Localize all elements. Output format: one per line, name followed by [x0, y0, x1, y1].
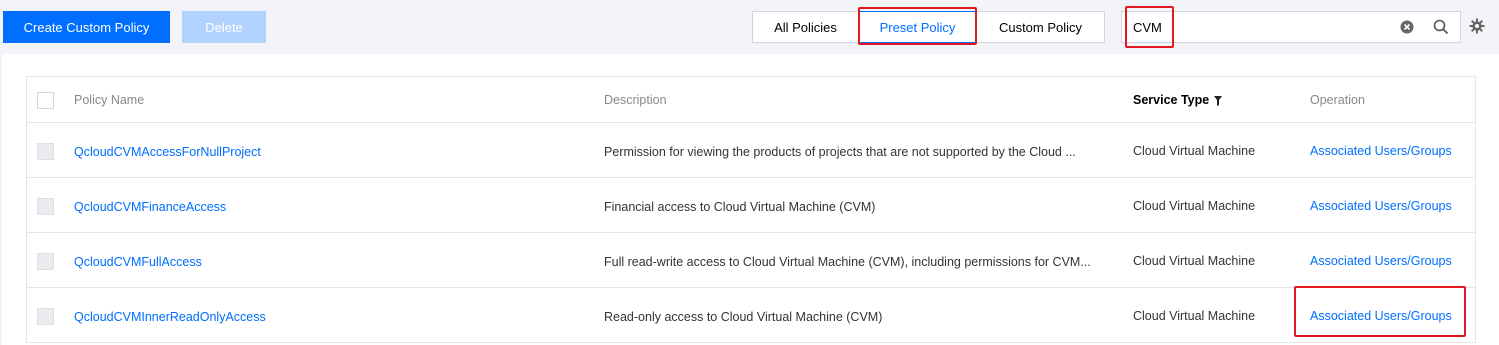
search-input[interactable] [1133, 12, 1393, 42]
filter-icon[interactable] [1214, 95, 1223, 106]
policy-name-link[interactable]: QcloudCVMAccessForNullProject [74, 123, 574, 177]
table-row: QcloudCVMFullAccess Full read-write acce… [27, 233, 1475, 288]
policy-description: Permission for viewing the products of p… [604, 145, 1076, 159]
policy-name-link[interactable]: QcloudCVMFinanceAccess [74, 178, 574, 232]
policy-table: Policy Name Description Service Type Ope… [26, 76, 1476, 343]
associated-users-groups-link[interactable]: Associated Users/Groups [1310, 233, 1475, 287]
row-checkbox [37, 253, 54, 270]
gear-icon[interactable] [1469, 18, 1485, 34]
row-checkbox [37, 143, 54, 160]
toolbar: Create Custom Policy Delete All Policies… [0, 0, 1499, 54]
header-description: Description [604, 92, 667, 107]
select-all-checkbox[interactable] [37, 92, 54, 109]
delete-button: Delete [182, 11, 266, 43]
policy-name-link[interactable]: QcloudCVMInnerReadOnlyAccess [74, 288, 574, 342]
header-operation: Operation [1310, 92, 1365, 107]
policy-service-type: Cloud Virtual Machine [1133, 309, 1256, 323]
row-checkbox [37, 198, 54, 215]
header-policy-name: Policy Name [74, 92, 145, 107]
header-service-type-label: Service Type [1133, 92, 1210, 107]
policy-name-link[interactable]: QcloudCVMFullAccess [74, 233, 574, 287]
clear-icon[interactable] [1400, 20, 1414, 34]
policy-service-type: Cloud Virtual Machine [1133, 254, 1256, 268]
search-icon[interactable] [1433, 19, 1449, 35]
policy-description: Read-only access to Cloud Virtual Machin… [604, 310, 883, 324]
create-custom-policy-button[interactable]: Create Custom Policy [3, 11, 170, 43]
row-checkbox [37, 308, 54, 325]
table-row: QcloudCVMAccessForNullProject Permission… [27, 123, 1475, 178]
policy-service-type: Cloud Virtual Machine [1133, 199, 1256, 213]
policy-description: Full read-write access to Cloud Virtual … [604, 255, 1091, 269]
header-service-type[interactable]: Service Type [1133, 77, 1293, 122]
tab-custom-policy[interactable]: Custom Policy [976, 11, 1105, 43]
associated-users-groups-link[interactable]: Associated Users/Groups [1310, 178, 1475, 232]
search-box [1121, 11, 1461, 43]
associated-users-groups-link[interactable]: Associated Users/Groups [1310, 288, 1475, 342]
tab-preset-policy[interactable]: Preset Policy [859, 11, 976, 43]
table-row: QcloudCVMInnerReadOnlyAccess Read-only a… [27, 288, 1475, 343]
associated-users-groups-link[interactable]: Associated Users/Groups [1310, 123, 1475, 177]
tab-all-policies[interactable]: All Policies [752, 11, 859, 43]
table-header: Policy Name Description Service Type Ope… [27, 77, 1475, 123]
policy-service-type: Cloud Virtual Machine [1133, 144, 1256, 158]
policy-description: Financial access to Cloud Virtual Machin… [604, 200, 876, 214]
table-row: QcloudCVMFinanceAccess Financial access … [27, 178, 1475, 233]
